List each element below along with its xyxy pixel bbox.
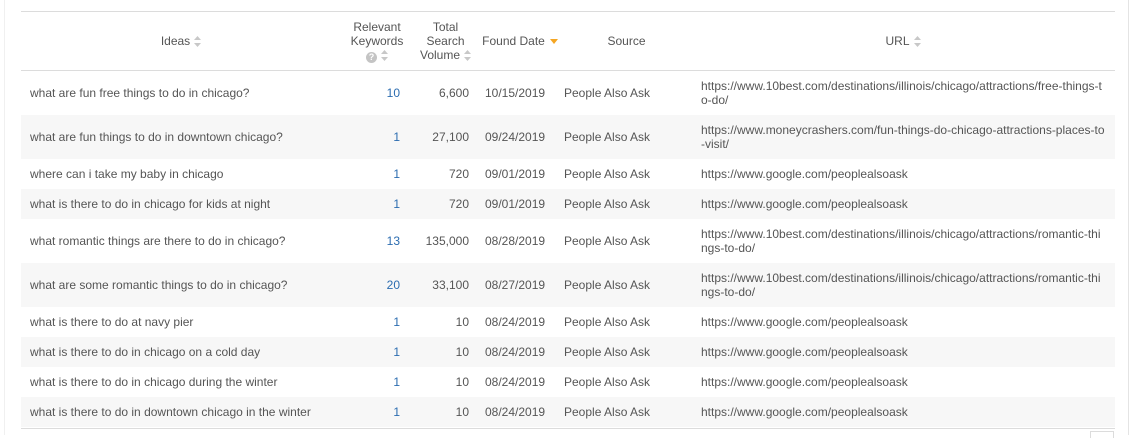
column-header-source-label: Source [607, 34, 646, 48]
source-cell: People Also Ask [562, 397, 691, 427]
found-date-cell: 08/24/2019 [478, 337, 562, 367]
source-cell: People Also Ask [564, 315, 651, 329]
found-date-cell: 08/28/2019 [485, 234, 546, 248]
source-cell: People Also Ask [562, 189, 691, 219]
column-header-ideas[interactable]: Ideas [21, 11, 341, 71]
table-row: what are some romantic things to do in c… [21, 263, 1115, 307]
column-header-ideas-label: Ideas [160, 34, 191, 48]
sort-icon [464, 50, 472, 61]
idea-cell: what is there to do in chicago for kids … [21, 189, 341, 219]
table-row: what is there to do in chicago on a cold… [21, 337, 1115, 367]
found-date-cell: 09/01/2019 [485, 167, 546, 181]
column-header-volume-line2: Search [426, 34, 465, 48]
relevant-keywords-link[interactable]: 1 [341, 307, 413, 337]
relevant-keywords-link[interactable]: 1 [341, 115, 413, 159]
url-cell: https://www.10best.com/destinations/illi… [701, 227, 1101, 255]
url-cell: https://www.google.com/peoplealsoask [691, 189, 1115, 219]
panel-left-border [4, 0, 5, 435]
column-header-url-label: URL [885, 34, 910, 48]
column-header-volume-line1: Total [432, 20, 459, 34]
source-cell: People Also Ask [562, 337, 691, 367]
found-date-cell: 08/24/2019 [485, 375, 546, 389]
url-cell: https://www.google.com/peoplealsoask [691, 337, 1115, 367]
source-cell: People Also Ask [564, 375, 651, 389]
search-volume-cell: 720 [413, 189, 478, 219]
relevant-keywords-link[interactable]: 1 [341, 189, 413, 219]
source-cell: People Also Ask [564, 86, 651, 100]
ideas-table: Ideas Relevant Keywords ? Total Search V… [21, 11, 1115, 427]
idea-cell: what is there to do at navy pier [30, 315, 194, 329]
idea-cell: what are some romantic things to do in c… [21, 263, 341, 307]
found-date-cell: 09/24/2019 [478, 115, 562, 159]
column-header-volume-line3: Volume [419, 48, 461, 62]
table-bottom-border [21, 428, 1115, 429]
url-cell: https://www.google.com/peoplealsoask [701, 167, 908, 181]
idea-cell: what are fun things to do in downtown ch… [21, 115, 341, 159]
column-header-relevant-line2: Keywords [350, 33, 404, 48]
sort-descending-icon [549, 39, 558, 44]
sort-icon [913, 36, 921, 47]
url-cell: https://www.10best.com/destinations/illi… [701, 79, 1102, 107]
found-date-cell: 08/27/2019 [478, 263, 562, 307]
search-volume-cell: 720 [448, 167, 469, 181]
table-row: what are fun things to do in downtown ch… [21, 115, 1115, 159]
found-date-cell: 08/24/2019 [478, 397, 562, 427]
column-header-found-date-label: Found Date [482, 34, 545, 48]
idea-cell: what are fun free things to do in chicag… [30, 86, 250, 100]
table-row: what romantic things are there to do in … [21, 219, 1115, 263]
found-date-cell: 10/15/2019 [485, 86, 546, 100]
column-header-relevant-line1: Relevant [353, 19, 401, 34]
column-header-volume-line3-wrap: Volume [413, 48, 478, 62]
idea-cell: what is there to do in downtown chicago … [21, 397, 341, 427]
table-row: what is there to do in chicago during th… [21, 367, 1115, 397]
relevant-keywords-link[interactable]: 1 [341, 337, 413, 367]
search-volume-cell: 10 [413, 337, 478, 367]
column-header-relevant-icons: ? [341, 48, 413, 63]
found-date-cell: 09/01/2019 [478, 189, 562, 219]
search-volume-cell: 10 [455, 315, 469, 329]
url-cell: https://www.google.com/peoplealsoask [701, 315, 908, 329]
search-volume-cell: 10 [413, 397, 478, 427]
url-cell: https://www.google.com/peoplealsoask [691, 397, 1115, 427]
source-cell: People Also Ask [562, 115, 691, 159]
idea-cell: what romantic things are there to do in … [30, 234, 286, 248]
idea-cell: what is there to do in chicago on a cold… [21, 337, 341, 367]
table-row: what are fun free things to do in chicag… [21, 71, 1115, 116]
table-row: what is there to do in downtown chicago … [21, 397, 1115, 427]
relevant-keywords-link[interactable]: 1 [341, 367, 413, 397]
column-header-source: Source [562, 11, 691, 71]
url-cell: https://www.google.com/peoplealsoask [701, 375, 908, 389]
ideas-table-container: Ideas Relevant Keywords ? Total Search V… [21, 11, 1115, 427]
idea-cell: what is there to do in chicago during th… [30, 375, 278, 389]
idea-cell: where can i take my baby in chicago [30, 167, 224, 181]
relevant-keywords-link[interactable]: 10 [341, 71, 413, 116]
column-header-relevant-keywords[interactable]: Relevant Keywords ? [341, 11, 413, 71]
column-header-found-date[interactable]: Found Date [478, 11, 562, 71]
search-volume-cell: 6,600 [438, 86, 469, 100]
table-header-row: Ideas Relevant Keywords ? Total Search V… [21, 11, 1115, 71]
search-volume-cell: 33,100 [413, 263, 478, 307]
column-header-url[interactable]: URL [691, 11, 1115, 71]
found-date-cell: 08/24/2019 [485, 315, 546, 329]
search-volume-cell: 10 [455, 375, 469, 389]
relevant-keywords-link[interactable]: 1 [341, 397, 413, 427]
help-icon[interactable]: ? [366, 51, 377, 63]
panel-right-border [1128, 0, 1129, 435]
url-cell: https://www.moneycrashers.com/fun-things… [691, 115, 1115, 159]
relevant-keywords-link[interactable]: 13 [341, 219, 413, 263]
column-header-total-search-volume[interactable]: Total Search Volume [413, 11, 478, 71]
sort-icon [381, 49, 388, 61]
search-volume-cell: 27,100 [413, 115, 478, 159]
relevant-keywords-link[interactable]: 20 [341, 263, 413, 307]
search-volume-cell: 135,000 [425, 234, 469, 248]
source-cell: People Also Ask [562, 263, 691, 307]
url-cell: https://www.10best.com/destinations/illi… [691, 263, 1115, 307]
relevant-keywords-link[interactable]: 1 [341, 159, 413, 189]
table-row: what is there to do at navy pier 1 10 08… [21, 307, 1115, 337]
table-row: where can i take my baby in chicago 1 72… [21, 159, 1115, 189]
sort-icon [194, 36, 202, 47]
table-row: what is there to do in chicago for kids … [21, 189, 1115, 219]
source-cell: People Also Ask [564, 167, 651, 181]
source-cell: People Also Ask [564, 234, 651, 248]
